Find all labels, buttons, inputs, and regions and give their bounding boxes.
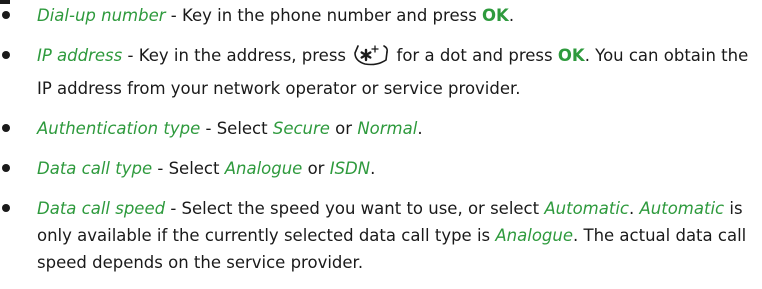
option-analogue: Analogue (224, 159, 303, 178)
setting-term: Data call speed (37, 199, 166, 218)
setting-term: IP address (37, 46, 123, 65)
star-key-icon (353, 43, 389, 75)
list-item-data-call-speed: Data call speed - Select the speed you w… (0, 195, 762, 276)
bullet-icon (2, 164, 10, 172)
separator: - (152, 159, 169, 178)
list-item-data-call-type: Data call type - Select Analogue or ISDN… (0, 155, 762, 182)
instruction-text: for a dot and press (391, 46, 558, 65)
bullet-icon (2, 124, 10, 132)
list-item-ip-address: IP address - Key in the address, press f… (0, 42, 762, 102)
option-isdn: ISDN (329, 159, 371, 178)
ok-key-label: OK (482, 6, 509, 25)
list-item-dial-up-number: Dial-up number - Key in the phone number… (0, 2, 762, 29)
instruction-text: Select (216, 119, 273, 138)
separator: - (200, 119, 217, 138)
separator: - (165, 199, 182, 218)
option-automatic: Automatic (639, 199, 725, 218)
instruction-text: Key in the phone number and press (181, 6, 483, 25)
option-secure: Secure (272, 119, 330, 138)
instruction-text: Select the speed you want to use, or sel… (181, 199, 545, 218)
bullet-icon (2, 11, 10, 19)
instruction-text: . (508, 6, 515, 25)
instruction-text: or (302, 159, 330, 178)
list-item-authentication-type: Authentication type - Select Secure or N… (0, 115, 762, 142)
instruction-text: or (329, 119, 358, 138)
option-normal: Normal (357, 119, 418, 138)
settings-bullet-list: Dial-up number - Key in the phone number… (0, 2, 762, 289)
instruction-text: . (628, 199, 640, 218)
separator: - (165, 6, 182, 25)
instruction-text: Select (168, 159, 225, 178)
bullet-icon (2, 204, 10, 212)
option-automatic: Automatic (544, 199, 629, 218)
setting-term: Data call type (37, 159, 153, 178)
ok-key-label: OK (557, 46, 585, 65)
option-analogue: Analogue (495, 226, 573, 245)
instruction-text: . (370, 159, 376, 178)
setting-term: Authentication type (37, 119, 201, 138)
instruction-text: . (417, 119, 423, 138)
bullet-icon (2, 51, 10, 59)
separator: - (122, 46, 139, 65)
setting-term: Dial-up number (37, 6, 166, 25)
instruction-text: Key in the address, press (138, 46, 352, 65)
